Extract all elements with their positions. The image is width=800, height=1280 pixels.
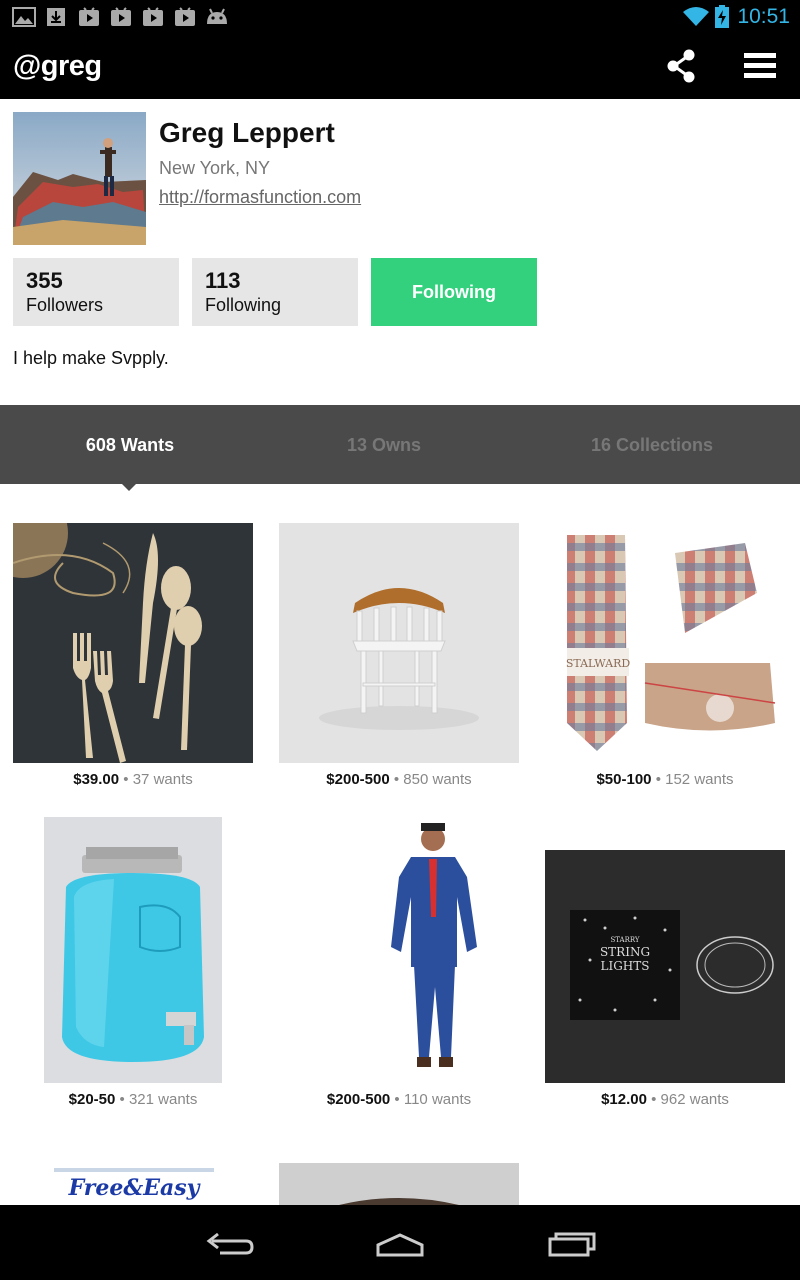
follow-toggle-button[interactable]: Following [371,258,537,326]
product-caption: $200-500 • 850 wants [326,771,472,788]
active-tab-indicator [122,484,136,491]
tie-brand-label: STALWARD [566,657,631,670]
product-image-chair[interactable] [279,523,519,763]
navigation-bar [0,1205,800,1280]
play-store-icon [175,7,195,26]
following-label: Following [205,295,282,315]
status-bar: 10:51 [0,0,800,34]
following-stat[interactable]: 113 Following [192,258,358,326]
home-icon [376,1233,424,1257]
profile-website-link[interactable]: http://formasfunction.com [159,187,361,208]
home-button[interactable] [370,1223,430,1263]
product-wants: 321 wants [128,1091,198,1108]
product-price: $50-100 [596,771,652,788]
product-price: $200-500 [326,1091,391,1108]
lights-box-label: STARRY [610,936,639,944]
product-caption: $50-100 • 152 wants [596,771,734,788]
profile-bio: I help make Svpply. [13,348,169,368]
product-caption: $20-50 • 321 wants [68,1091,198,1108]
product-wants: 152 wants [665,771,734,788]
profile-name: Greg Leppert [159,117,335,148]
tab-bar: 608 Wants 13 Owns 16 Collections [0,405,800,484]
play-store-icon [143,7,163,26]
product-wants: 37 wants [132,771,193,788]
clock: 10:51 [737,5,790,28]
followers-stat[interactable]: 355 Followers [13,258,179,326]
menu-button[interactable] [740,46,780,86]
back-icon [206,1232,254,1255]
product-price: $20-50 [68,1091,116,1108]
android-icon [207,8,227,24]
recents-button[interactable] [542,1223,602,1263]
product-price: $200-500 [326,771,390,788]
product-price: $39.00 [73,771,120,788]
back-button[interactable] [200,1223,260,1263]
lights-box-label: LIGHTS [601,959,650,973]
battery-charging-icon [715,5,729,28]
recents-icon [548,1232,596,1257]
following-count: 113 [205,268,241,293]
product-wants: 962 wants [660,1091,729,1108]
free-and-easy-logo: Free&Easy [68,1175,202,1201]
menu-icon [744,53,776,78]
followers-count: 355 [26,268,63,293]
product-caption: $12.00 • 962 wants [601,1091,729,1108]
product-caption: $39.00 • 37 wants [73,771,193,788]
product-wants: 110 wants [403,1091,472,1108]
share-icon [667,49,695,83]
share-button[interactable] [661,46,701,86]
product-image-partial[interactable] [279,1163,519,1205]
product-wants: 850 wants [403,771,472,788]
product-image-suit[interactable] [279,817,519,1083]
avatar[interactable] [13,112,146,245]
play-store-icon [79,7,99,26]
download-icon [47,8,65,26]
lights-box-label: STRING [600,945,650,959]
image-icon [12,7,36,27]
product-price: $12.00 [601,1091,647,1108]
product-image-cutlery[interactable] [13,523,253,763]
product-image-partial[interactable]: Free&Easy [54,1168,214,1205]
tab-wants[interactable]: 608 Wants [0,405,260,484]
tab-owns[interactable]: 13 Owns [260,405,508,484]
wifi-icon [683,7,709,26]
product-caption: $200-500 • 110 wants [326,1091,472,1108]
tab-collections[interactable]: 16 Collections [508,405,796,484]
profile-location: New York, NY [159,158,271,178]
product-image-ties[interactable]: STALWARD [545,523,785,763]
play-store-icon [111,7,131,26]
page-title: @greg [13,50,102,82]
action-bar: @greg [0,34,800,99]
followers-label: Followers [26,295,104,315]
product-image-drink-dispenser[interactable] [44,817,222,1083]
product-image-string-lights[interactable]: STARRY STRING LIGHTS [545,850,785,1083]
